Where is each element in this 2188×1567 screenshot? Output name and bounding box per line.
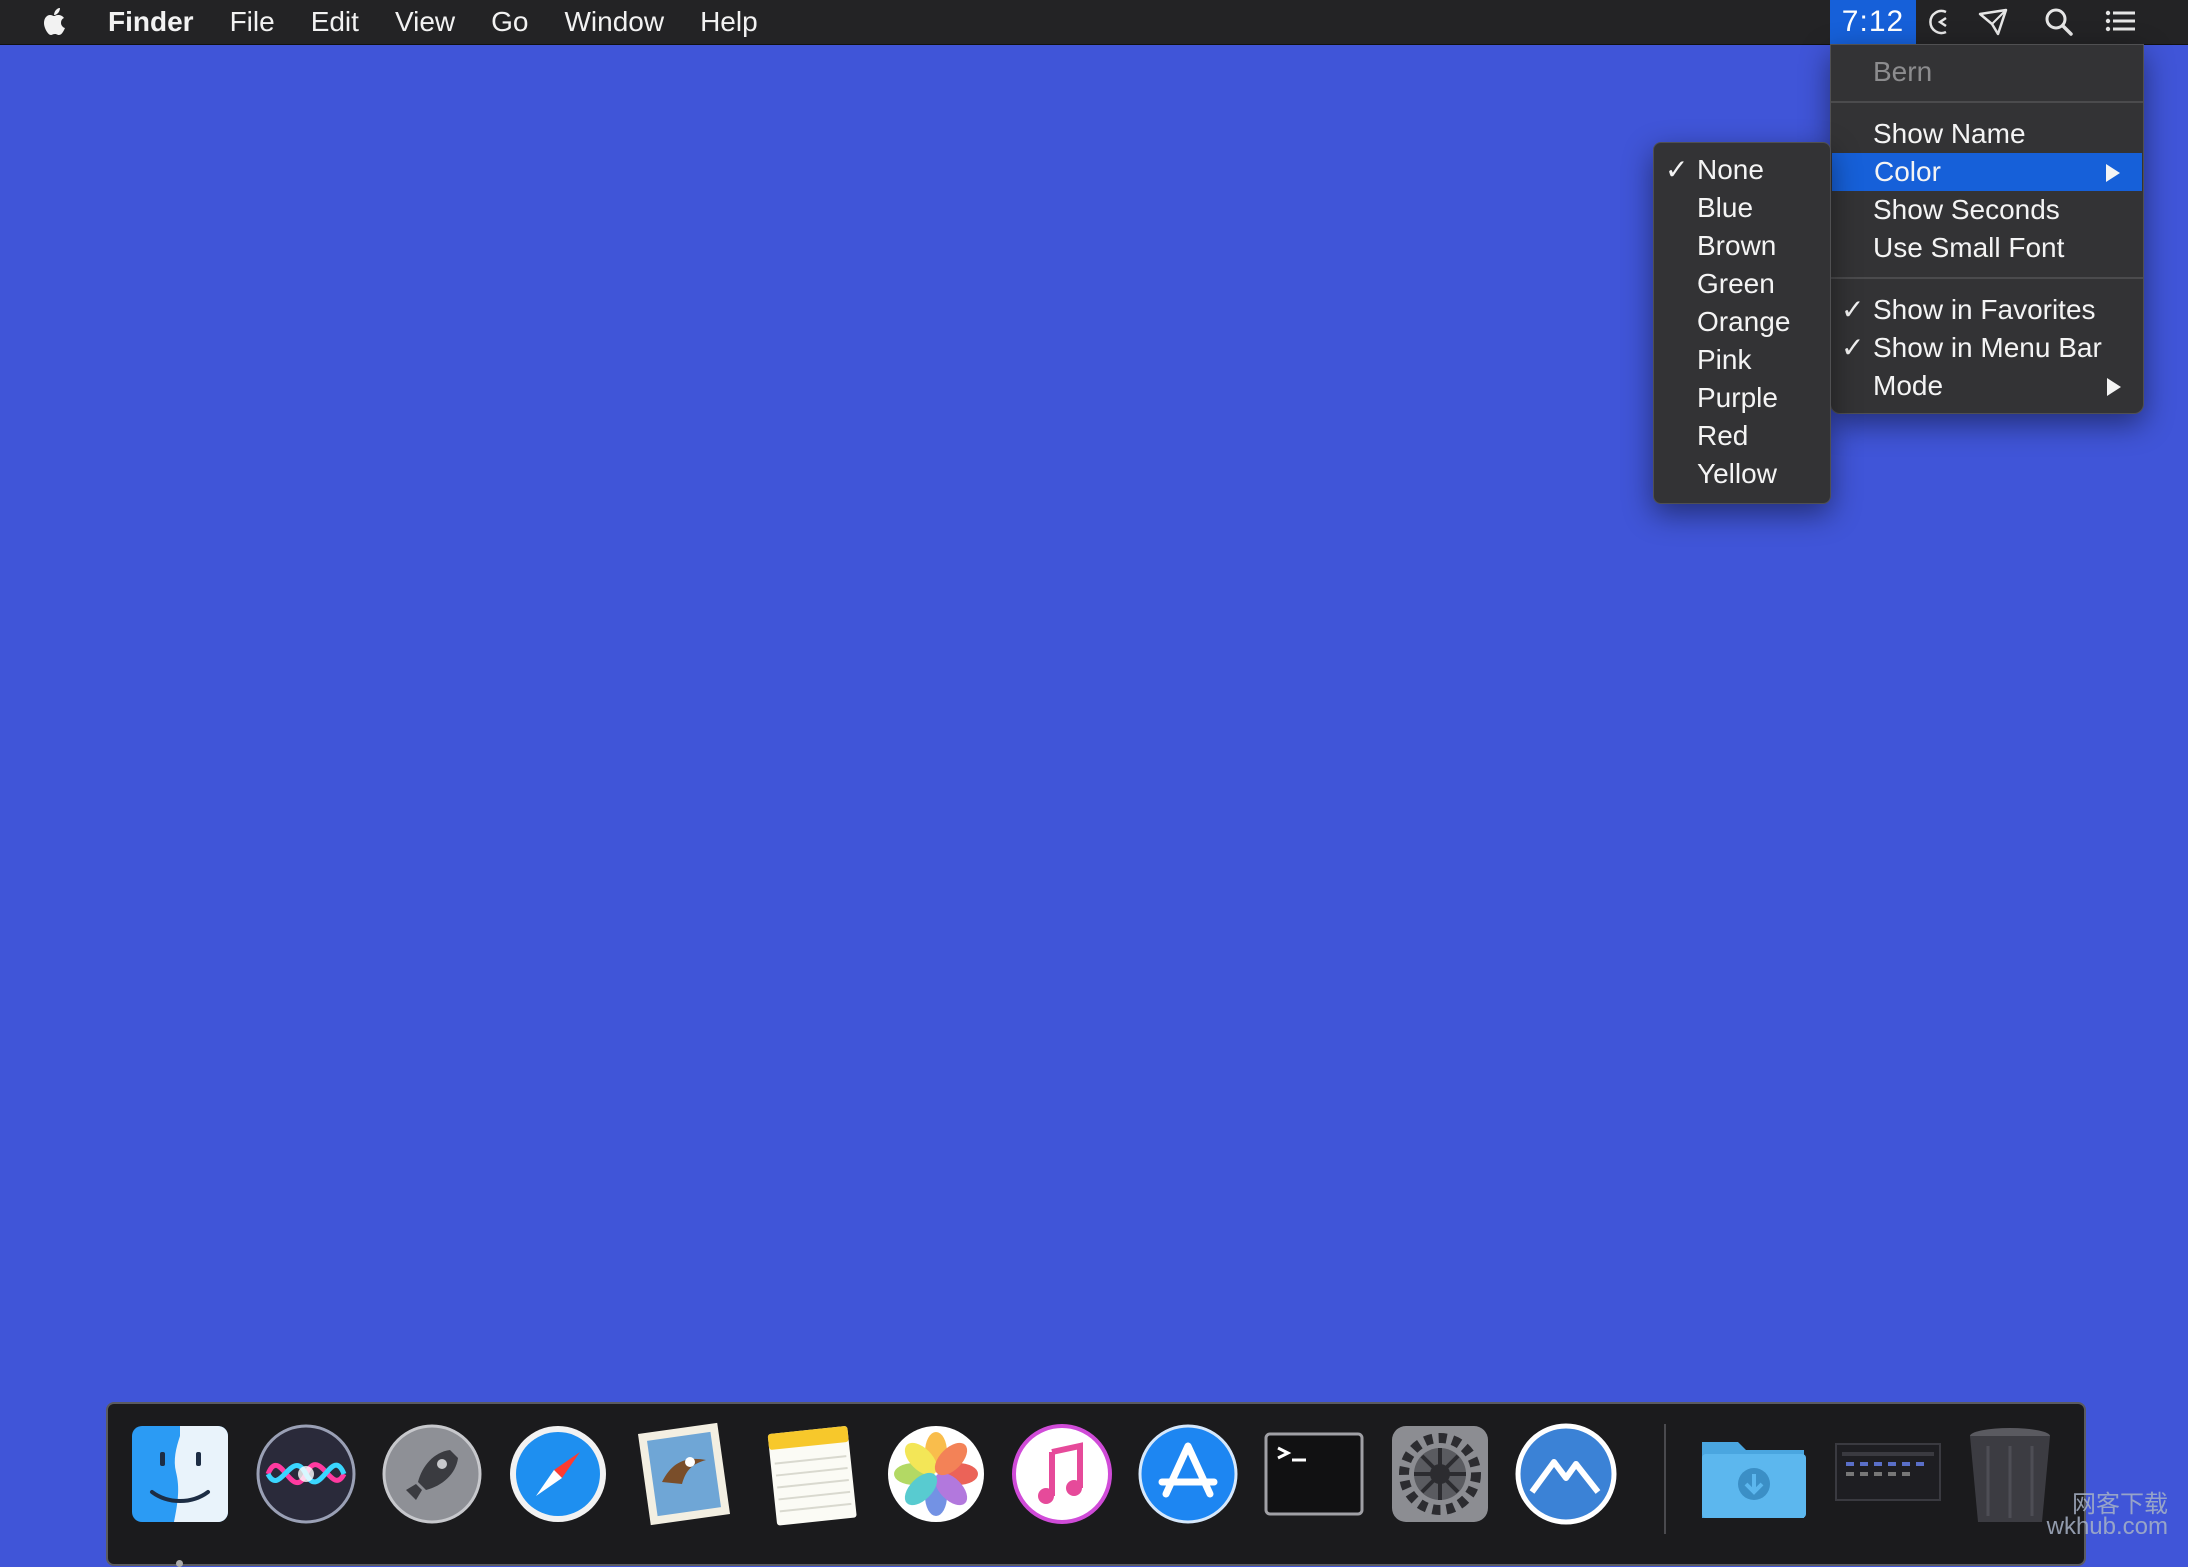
menu-go[interactable]: Go xyxy=(491,6,528,38)
menu-view[interactable]: View xyxy=(395,6,455,38)
safari-compass-icon xyxy=(510,1426,606,1522)
menu-item-color[interactable]: Color xyxy=(1832,153,2142,191)
dock-launchpad[interactable] xyxy=(380,1422,484,1526)
submenu-arrow-icon xyxy=(2107,378,2121,396)
app-store-icon xyxy=(1138,1424,1238,1524)
spotlight-search-icon[interactable] xyxy=(2042,6,2076,38)
dock-notes[interactable] xyxy=(758,1422,862,1526)
dock-system-preferences[interactable] xyxy=(1388,1422,1492,1526)
color-option-brown[interactable]: Brown xyxy=(1654,227,1830,265)
downloads-folder-icon xyxy=(1702,1442,1806,1518)
menu-separator xyxy=(1831,101,2143,103)
menu-item-label: Show in Favorites xyxy=(1873,294,2096,325)
dock-itunes[interactable] xyxy=(1010,1422,1114,1526)
menu-bar: Finder File Edit View Go Window Help 7:1… xyxy=(0,0,2188,45)
dock-app-store[interactable] xyxy=(1136,1422,1240,1526)
checkmark-icon: ✓ xyxy=(1841,332,1865,363)
mountain-icon xyxy=(1515,1423,1617,1525)
photos-flower-icon xyxy=(888,1426,984,1522)
dock-finder[interactable] xyxy=(128,1422,232,1567)
menu-item-show-in-favorites[interactable]: ✓ Show in Favorites xyxy=(1831,291,2143,329)
apple-logo-icon[interactable] xyxy=(40,6,70,38)
color-option-blue[interactable]: Blue xyxy=(1654,189,1830,227)
menu-file[interactable]: File xyxy=(230,6,275,38)
dock-siri[interactable] xyxy=(254,1422,358,1526)
dock-screenshot-thumbnail[interactable] xyxy=(1832,1422,1944,1526)
dock-terminal[interactable] xyxy=(1262,1422,1366,1526)
dock xyxy=(106,1402,2086,1567)
menu-item-label: Mode xyxy=(1873,370,1944,401)
menu-item-label: Show in Menu Bar xyxy=(1873,332,2102,363)
menu-item-show-seconds[interactable]: Show Seconds xyxy=(1831,191,2143,229)
terminal-icon xyxy=(1264,1432,1364,1516)
color-option-red[interactable]: Red xyxy=(1654,417,1830,455)
watermark-line-2: wkhub.com xyxy=(2046,1513,2168,1540)
clock-menu-header: Bern xyxy=(1873,56,1933,87)
menu-edit[interactable]: Edit xyxy=(311,6,359,38)
menu-window[interactable]: Window xyxy=(564,6,664,38)
color-option-pink[interactable]: Pink xyxy=(1654,341,1830,379)
send-icon[interactable] xyxy=(1976,6,2010,38)
itunes-music-note-icon xyxy=(1012,1424,1112,1524)
color-option-label: None xyxy=(1697,154,1764,185)
color-option-none[interactable]: ✓ None xyxy=(1654,151,1830,189)
menu-item-show-in-menu-bar[interactable]: ✓ Show in Menu Bar xyxy=(1831,329,2143,367)
menu-help[interactable]: Help xyxy=(700,6,758,38)
menu-finder[interactable]: Finder xyxy=(108,6,194,38)
screenshot-icon xyxy=(1835,1443,1941,1501)
notes-icon xyxy=(767,1426,857,1526)
night-shift-icon[interactable] xyxy=(1924,6,1958,38)
dock-mountain-app[interactable] xyxy=(1514,1422,1618,1526)
menu-item-mode[interactable]: Mode xyxy=(1831,367,2143,405)
dock-photos[interactable] xyxy=(884,1422,988,1526)
color-option-yellow[interactable]: Yellow xyxy=(1654,455,1830,493)
color-option-purple[interactable]: Purple xyxy=(1654,379,1830,417)
finder-icon xyxy=(132,1426,228,1522)
color-submenu: ✓ None Blue Brown Green Orange Pink Purp… xyxy=(1653,142,1831,504)
launchpad-rocket-icon xyxy=(382,1424,482,1524)
gear-icon xyxy=(1392,1426,1488,1522)
menu-item-color-label: Color xyxy=(1874,156,1941,187)
siri-icon xyxy=(256,1424,356,1524)
dock-separator xyxy=(1664,1424,1666,1534)
menu-separator xyxy=(1831,277,2143,279)
color-option-green[interactable]: Green xyxy=(1654,265,1830,303)
notification-center-icon[interactable] xyxy=(2104,6,2138,38)
clock-status-item[interactable]: 7:12 xyxy=(1830,0,1916,44)
dock-safari[interactable] xyxy=(506,1422,610,1526)
checkmark-icon: ✓ xyxy=(1665,154,1689,185)
color-option-orange[interactable]: Orange xyxy=(1654,303,1830,341)
menu-item-use-small-font[interactable]: Use Small Font xyxy=(1831,229,2143,267)
checkmark-icon: ✓ xyxy=(1841,294,1865,325)
clock-menu: Bern Show Name Color Show Seconds Use Sm… xyxy=(1830,44,2144,414)
dock-mail[interactable] xyxy=(632,1422,736,1526)
running-indicator xyxy=(176,1560,183,1567)
menu-item-show-name[interactable]: Show Name xyxy=(1831,115,2143,153)
watermark: 网客下载 wkhub.com xyxy=(2046,1493,2168,1540)
submenu-arrow-icon xyxy=(2106,164,2120,182)
dock-downloads[interactable] xyxy=(1698,1422,1810,1526)
mail-stamp-icon xyxy=(637,1422,731,1526)
